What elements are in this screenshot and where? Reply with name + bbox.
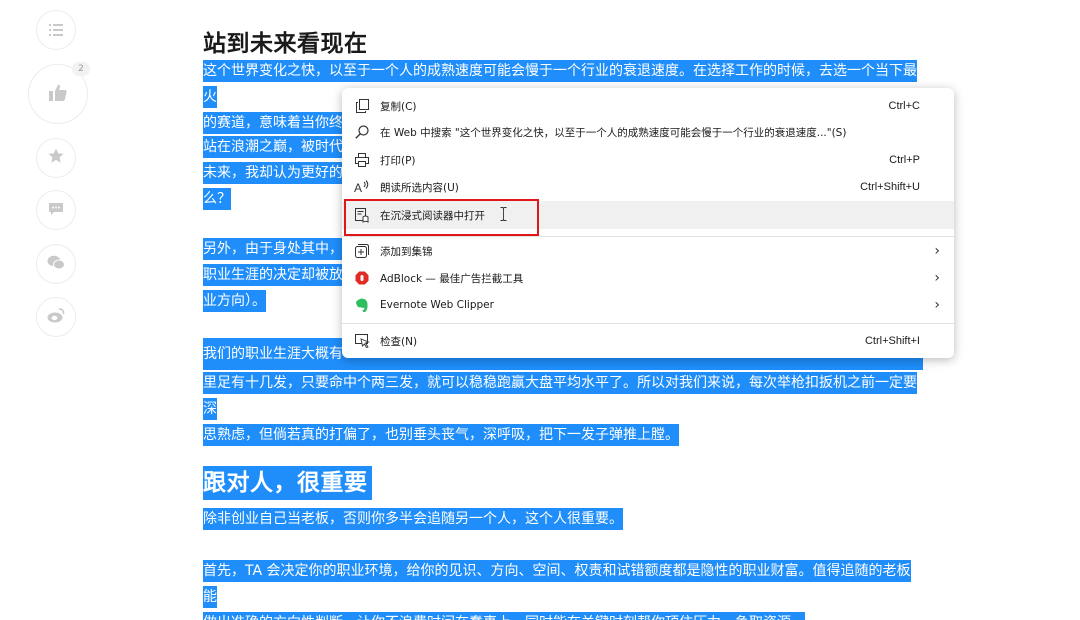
paragraph-5-line-1: 除非创业自己当老板，否则你多半会追随另一个人，这个人很重要。 [203,508,623,530]
menu-item-add-to-collection-label: 添加到集锦 [380,245,433,258]
read-aloud-icon: A [354,179,370,195]
thumbs-up-icon [49,84,67,105]
section-heading-future: 站到未来看现在 [203,31,368,57]
svg-text:A: A [354,181,362,194]
menu-item-inspect[interactable]: 检查(N) Ctrl+Shift+I [342,328,954,354]
comment-icon [48,201,64,220]
paragraph-6: 首先，TA 会决定你的职业环境，给你的见识、方向、空间、权责和试错额度都是隐性的… [203,558,923,620]
menu-item-web-search-label: 在 Web 中搜索 "这个世界变化之快，以至于一个人的成熟速度可能会慢于一个行业… [380,126,847,139]
menu-item-adblock-label: AdBlock — 最佳广告拦截工具 [380,272,524,285]
paragraph-1-line-2: 的赛道，意味着当你终 [203,112,343,134]
menu-item-print-shortcut: Ctrl+P [889,154,920,166]
menu-item-read-aloud-label: 朗读所选内容(U) [380,181,459,194]
catalog-button[interactable] [36,10,76,50]
menu-item-copy[interactable]: 复制(C) Ctrl+C [342,93,954,119]
paragraph-3-line-2: 职业生涯的决定却被放 [203,264,343,286]
collections-icon [354,243,370,259]
paragraph-2-line-3: 么？ [203,188,231,210]
paragraph-4-line-3: 思熟虑，但倘若真的打偏了，也别垂头丧气，深呼吸，把下一发子弹推上膛。 [203,424,679,446]
copy-icon [354,98,370,114]
section-heading-follow: 跟对人，很重要 [203,466,372,500]
chevron-right-icon: › [934,297,940,313]
chevron-right-icon: › [934,243,940,259]
highlight-annotation-box [344,199,539,236]
like-count-badge: 2 [72,62,90,76]
weibo-icon [47,307,65,327]
menu-item-copy-label: 复制(C) [380,100,417,113]
paragraph-6-line-1: 首先，TA 会决定你的职业环境，给你的见识、方向、空间、权责和试错额度都是隐性的… [203,560,911,608]
evernote-icon [354,297,370,313]
paragraph-6-line-2: 做出准确的方向性判断，让你不浪费时间在蠢事上，同时能在关键时刻帮你顶住压力，争取… [203,612,805,620]
page: 2 站到未来看现在 这个世界变化之快，以至于一个人的成熟速度可能会慢于一个行业的… [0,0,1080,620]
menu-item-inspect-shortcut: Ctrl+Shift+I [864,335,920,347]
menu-item-inspect-label: 检查(N) [380,335,418,348]
paragraph-3-line-3: 业方向）。 [203,290,266,312]
chevron-right-icon: › [934,270,940,286]
favorite-button[interactable] [36,138,76,178]
comment-button[interactable] [36,190,76,230]
menu-item-print[interactable]: 打印(P) Ctrl+P [342,147,954,173]
inspect-icon [354,333,370,349]
menu-item-web-search[interactable]: 在 Web 中搜索 "这个世界变化之快，以至于一个人的成熟速度可能会慢于一个行业… [342,119,954,145]
star-icon [48,148,64,168]
menu-item-adblock[interactable]: AdBlock — 最佳广告拦截工具 › [342,265,954,291]
list-icon [49,21,63,40]
paragraph-5: 除非创业自己当老板，否则你多半会追随另一个人，这个人很重要。 [203,506,923,532]
menu-item-evernote-label: Evernote Web Clipper [380,299,494,311]
menu-item-add-to-collection[interactable]: 添加到集锦 › [342,238,954,264]
menu-divider [342,323,954,324]
paragraph-4-line-2: 里足有十几发，只要命中个两三发，就可以稳稳跑赢大盘平均水平了。所以对我们来说，每… [203,372,917,420]
menu-item-print-label: 打印(P) [380,154,416,167]
menu-item-copy-shortcut: Ctrl+C [888,100,920,112]
paragraph-2-line-2: 未来，我却认为更好的 [203,162,343,184]
menu-item-read-aloud-shortcut: Ctrl+Shift+U [860,181,920,193]
menu-item-read-aloud[interactable]: A 朗读所选内容(U) Ctrl+Shift+U [342,174,954,200]
paragraph-3-line-1: 另外，由于身处其中， [203,238,343,260]
menu-divider [342,236,954,237]
printer-icon [354,152,370,168]
wechat-share-button[interactable] [36,244,76,284]
adblock-icon [354,270,370,286]
paragraph-2-line-1: 站在浪潮之巅，被时代 [203,136,343,158]
wechat-icon [47,255,65,274]
search-icon [354,124,370,140]
weibo-share-button[interactable] [36,297,76,337]
menu-item-evernote[interactable]: Evernote Web Clipper › [342,292,954,318]
